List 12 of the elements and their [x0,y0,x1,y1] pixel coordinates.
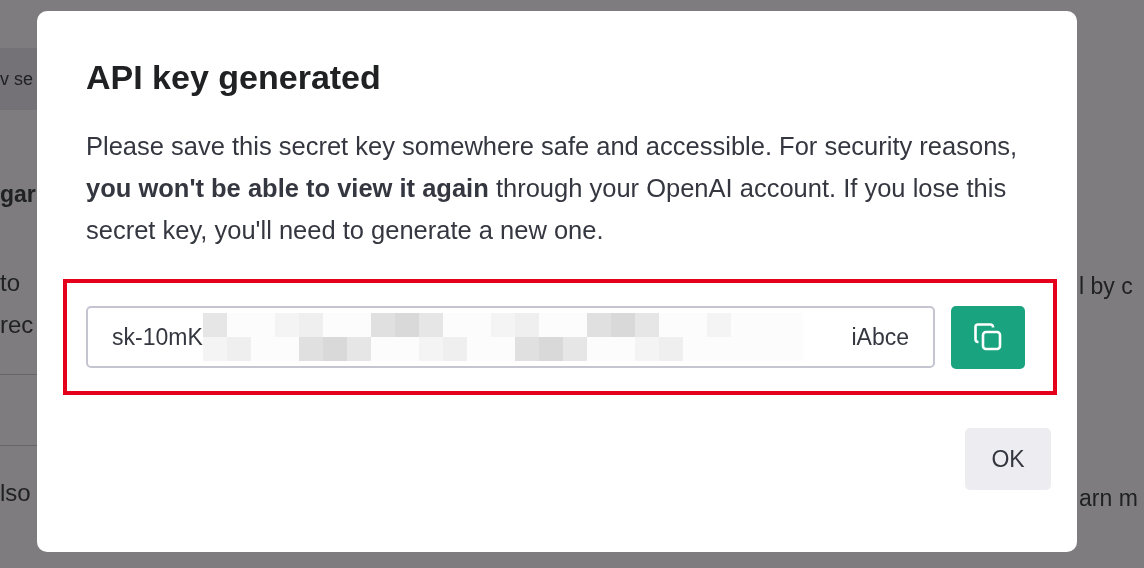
background-heading: gar [0,180,37,209]
dialog-message: Please save this secret key somewhere safe and accessible. For security reasons, you won't be able to view it again through your OpenAI account. If you lose this secret key, you'll need to generate a new one. [86,131,1019,246]
background-text: to [0,268,21,298]
background-text: lso [0,478,32,508]
background-text: l by c [1078,272,1134,301]
dialog-title: API key generated [86,57,382,97]
background-text: arn m [1078,484,1139,513]
copy-icon [972,321,1004,353]
copy-button[interactable] [951,305,1025,369]
ok-button[interactable]: OK [965,428,1051,490]
api-key-field[interactable]: sk-10mK iAbce [86,306,935,368]
background-text: rec [0,310,35,340]
